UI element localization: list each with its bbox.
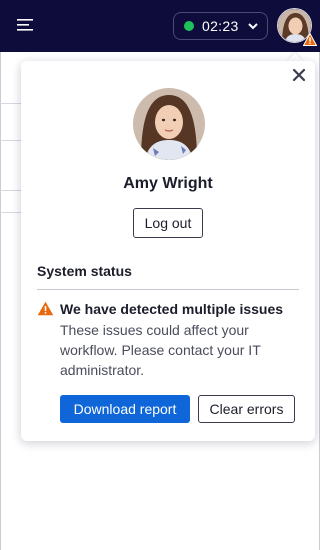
divider xyxy=(0,212,22,213)
user-avatar-button[interactable] xyxy=(277,8,318,46)
divider xyxy=(0,140,22,141)
divider xyxy=(37,289,299,290)
divider xyxy=(0,190,22,191)
timer-value: 02:23 xyxy=(202,18,239,34)
clear-errors-button[interactable]: Clear errors xyxy=(198,395,295,423)
chevron-down-icon xyxy=(247,22,258,30)
close-icon[interactable] xyxy=(292,68,306,82)
popover-arrow xyxy=(287,53,303,61)
warning-icon xyxy=(37,301,54,316)
profile-popover: Amy Wright Log out System status We have… xyxy=(21,61,315,441)
system-status-heading: System status xyxy=(37,263,132,279)
hamburger-menu-icon[interactable] xyxy=(17,18,35,32)
user-name: Amy Wright xyxy=(123,175,213,192)
warning-badge-icon xyxy=(302,32,318,46)
logout-button[interactable]: Log out xyxy=(133,208,203,238)
alert-message: These issues could affect your workflow.… xyxy=(60,322,261,378)
alert-title: We have detected multiple issues xyxy=(60,301,284,317)
avatar xyxy=(133,88,205,160)
timer-dropdown[interactable]: 02:23 xyxy=(173,12,268,40)
divider xyxy=(0,103,22,104)
status-dot-icon xyxy=(184,21,194,31)
top-bar: 02:23 xyxy=(0,0,320,52)
download-report-button[interactable]: Download report xyxy=(60,395,190,423)
